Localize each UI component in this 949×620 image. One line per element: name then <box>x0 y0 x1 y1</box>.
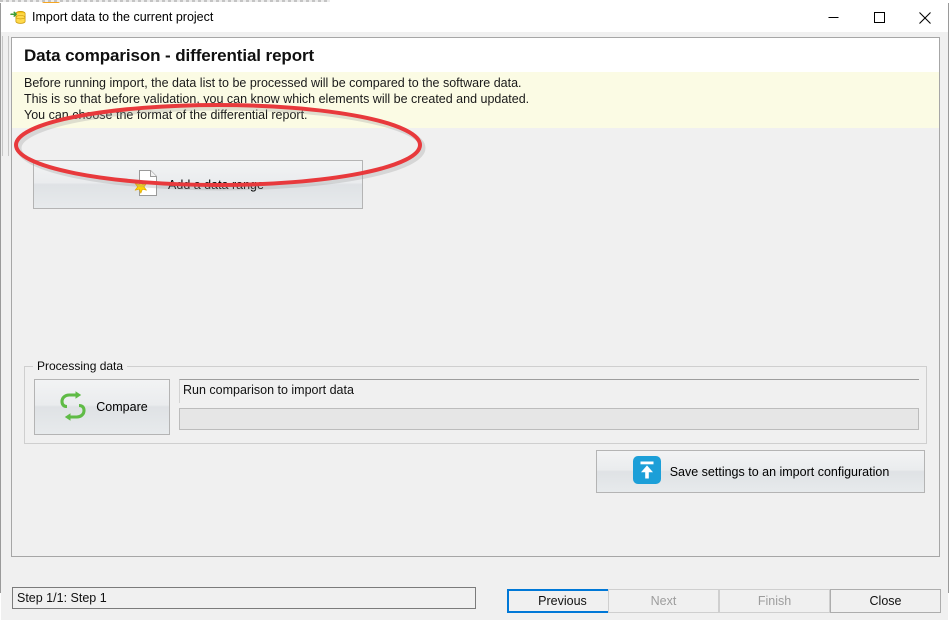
close-icon[interactable] <box>902 3 948 32</box>
description-line-2: This is so that before validation, you c… <box>24 92 530 106</box>
step-status-field: Step 1/1: Step 1 <box>12 587 476 609</box>
add-data-range-button[interactable]: Add a data range <box>33 160 363 209</box>
compare-button-label: Compare <box>96 400 148 414</box>
description-line-1: Before running import, the data list to … <box>24 76 522 90</box>
client-area: Data comparison - differential report Be… <box>1 32 948 620</box>
processing-progress-bar <box>179 408 919 430</box>
title-bar: Import data to the current project <box>1 3 948 33</box>
wizard-footer: Step 1/1: Step 1 Previous Next Finish Cl… <box>1 562 948 620</box>
page-description: Before running import, the data list to … <box>12 72 939 128</box>
processing-status-text: Run comparison to import data <box>179 379 919 403</box>
processing-data-caption: Processing data <box>33 359 128 373</box>
minimize-icon[interactable] <box>810 3 856 32</box>
processing-data-group: Processing data Compare Run comparison t… <box>24 359 927 444</box>
left-edge-rail <box>2 36 9 156</box>
page-banner: Data comparison - differential report Be… <box>12 38 939 128</box>
save-settings-label: Save settings to an import configuration <box>669 464 890 479</box>
add-data-range-label: Add a data range <box>168 177 264 192</box>
description-line-3: You can choose the format of the differe… <box>24 108 308 122</box>
import-wizard-window: Import data to the current project Data … <box>0 3 949 620</box>
page-title: Data comparison - differential report <box>24 46 315 65</box>
window-controls <box>810 3 948 32</box>
database-import-icon <box>10 9 27 26</box>
compare-button[interactable]: Compare <box>34 379 170 435</box>
upload-save-icon <box>632 455 662 488</box>
window-title: Import data to the current project <box>32 10 214 24</box>
save-settings-button[interactable]: Save settings to an import configuration <box>596 450 925 493</box>
new-document-star-icon <box>132 168 160 201</box>
refresh-sync-icon <box>56 389 90 426</box>
maximize-icon[interactable] <box>856 3 902 32</box>
wizard-page-panel: Data comparison - differential report Be… <box>11 37 940 557</box>
